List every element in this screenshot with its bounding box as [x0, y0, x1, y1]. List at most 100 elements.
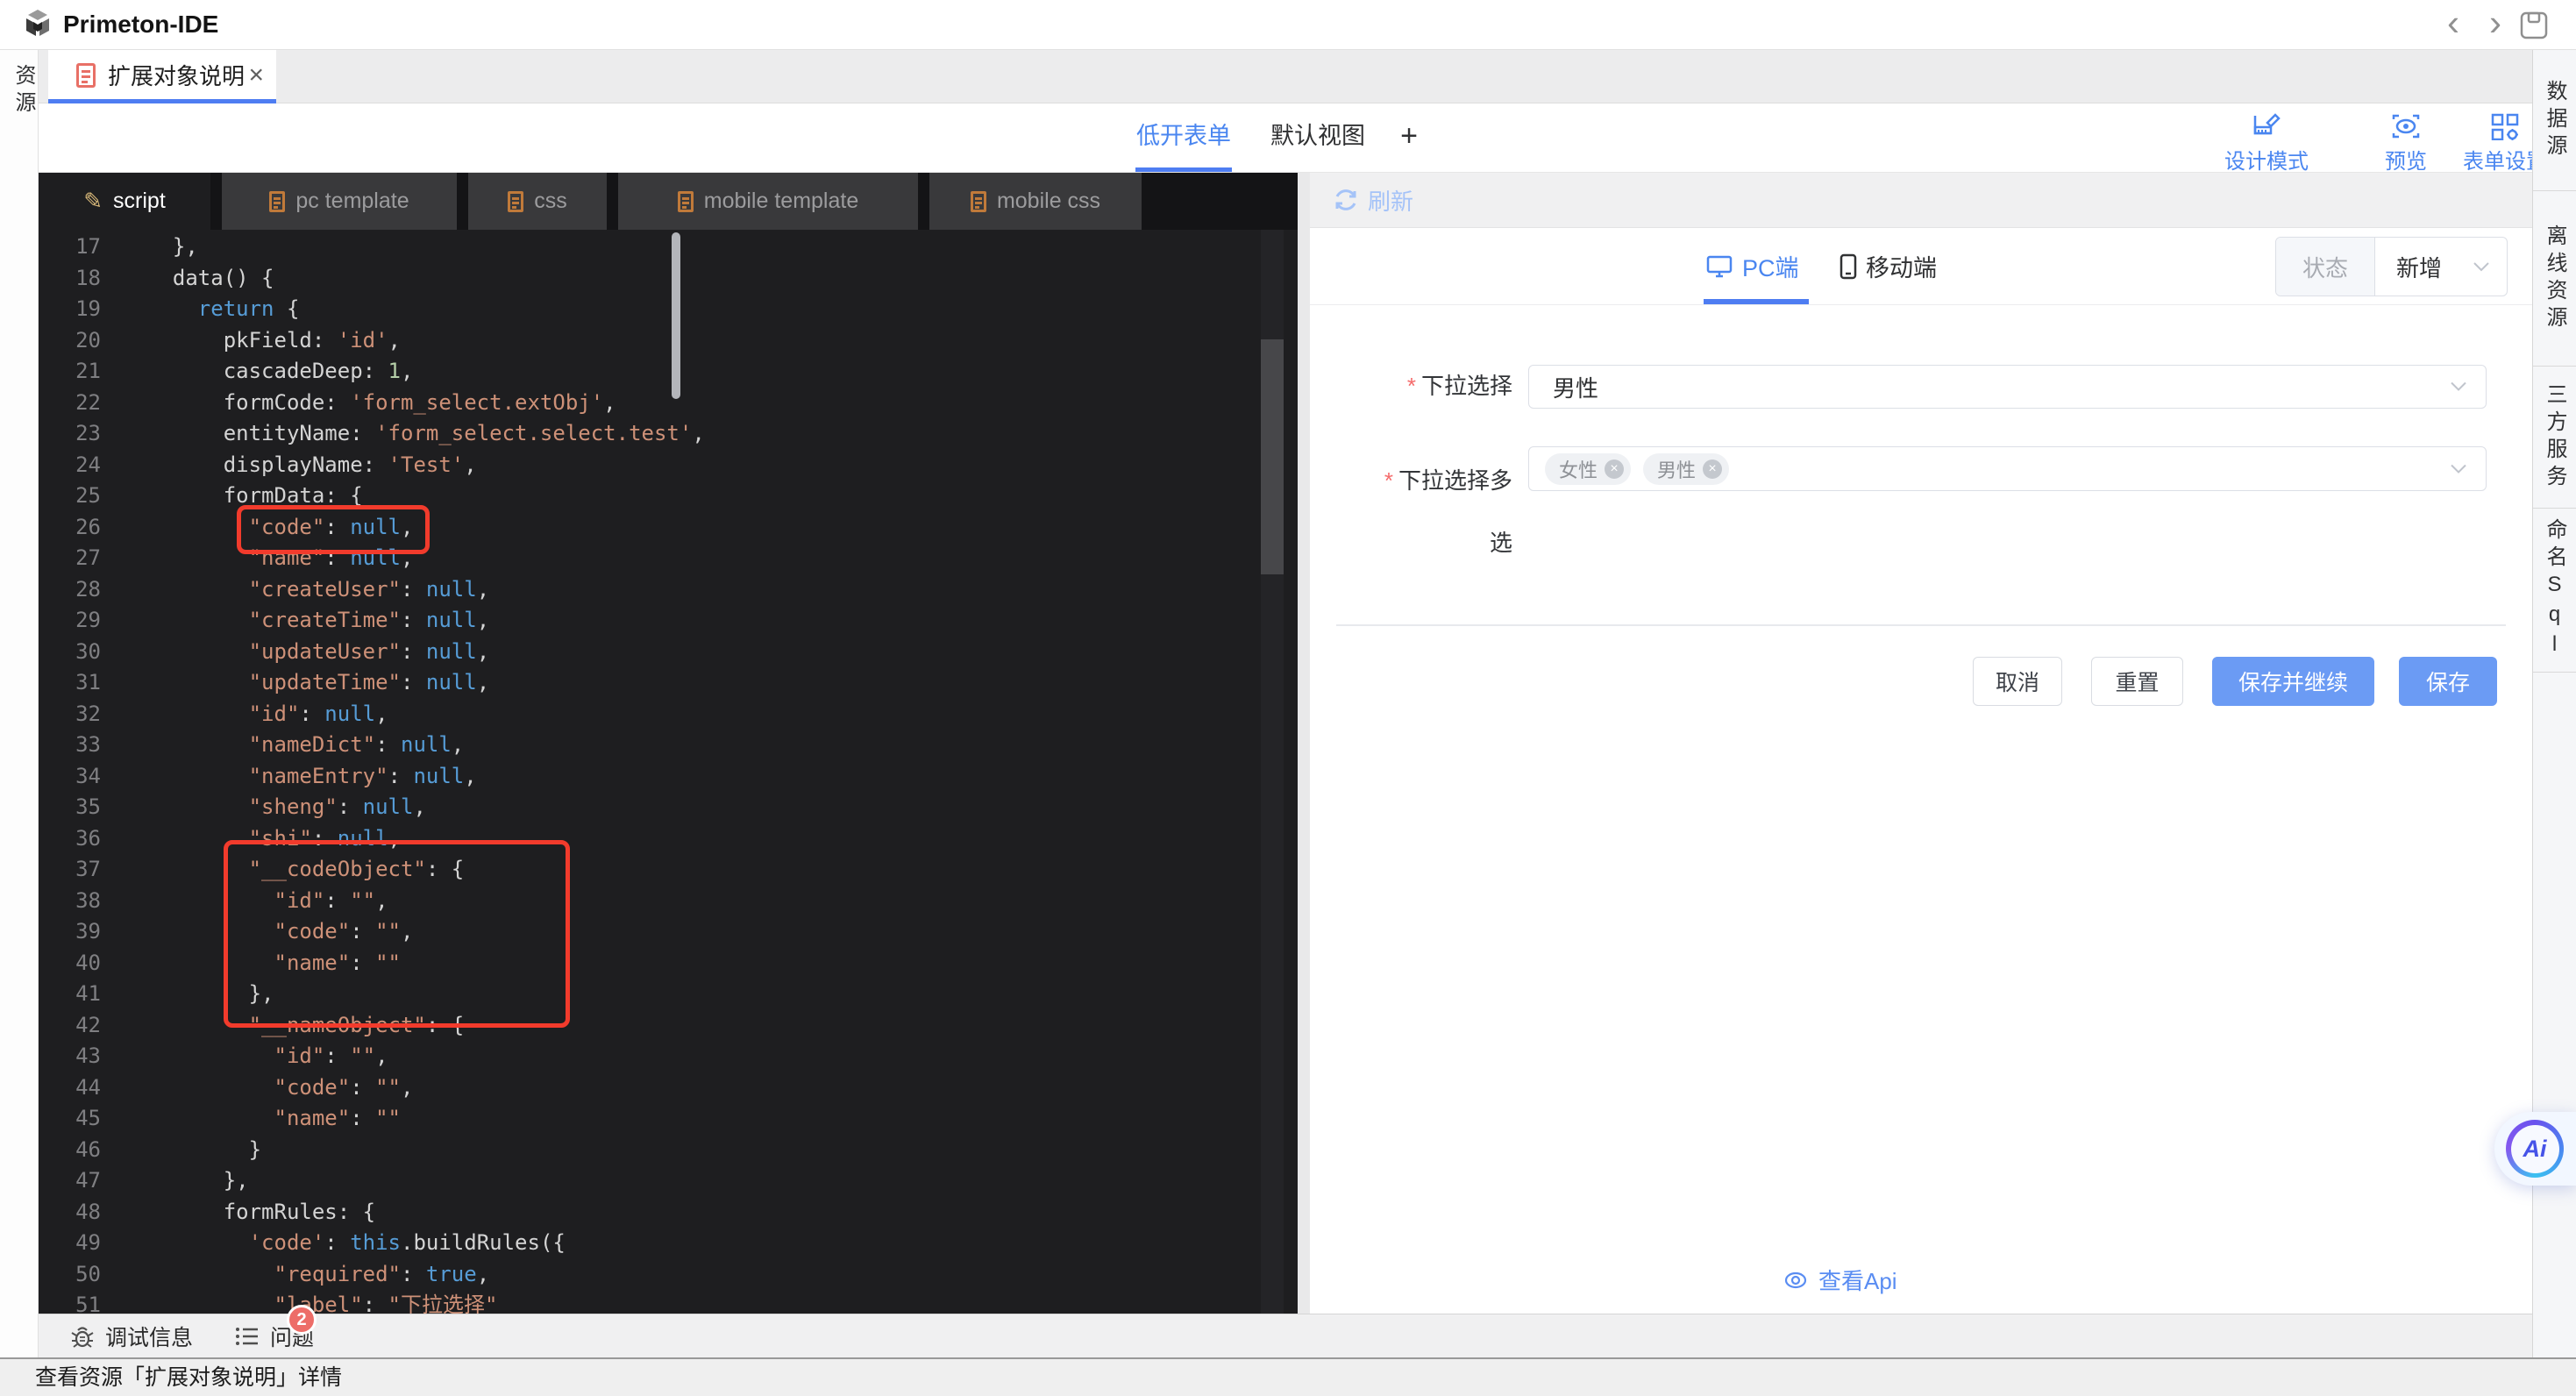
code-line[interactable]: 40 "name": "": [39, 948, 1298, 979]
status-value-dropdown[interactable]: 新增: [2375, 238, 2507, 296]
sidebar-item-datasource[interactable]: 数据源: [2533, 50, 2576, 191]
sidebar-item-named-sql[interactable]: 命名Sql: [2533, 509, 2576, 673]
code-line[interactable]: 46 }: [39, 1135, 1298, 1166]
code-line[interactable]: 20 pkField: 'id',: [39, 325, 1298, 357]
remove-tag-icon[interactable]: ×: [1605, 459, 1624, 479]
field-label-select: *下拉选择: [1310, 373, 1512, 399]
tab-mobile-view[interactable]: 移动端: [1839, 228, 1937, 304]
code-line[interactable]: 29 "createTime": null,: [39, 605, 1298, 637]
document-icon: [76, 63, 96, 88]
active-view-underline: [1135, 167, 1232, 172]
code-line[interactable]: 34 "nameEntry": null,: [39, 761, 1298, 793]
code-line[interactable]: 36 "shi": null,: [39, 823, 1298, 855]
code-editor: ✎ script pc template css mobile template…: [39, 173, 1298, 1314]
code-line[interactable]: 35 "sheng": null,: [39, 792, 1298, 823]
tab-lowcode-form[interactable]: 低开表单: [1135, 103, 1232, 172]
field-label-multiselect: *下拉选择多选: [1363, 450, 1512, 574]
code-line[interactable]: 23 entityName: 'form_select.select.test'…: [39, 418, 1298, 450]
code-line[interactable]: 25 formData: {: [39, 481, 1298, 512]
code-line[interactable]: 33 "nameDict": null,: [39, 730, 1298, 761]
chevron-down-icon: [2451, 464, 2466, 474]
multiselect-field[interactable]: 女性 × 男性 ×: [1528, 446, 2487, 491]
app-title: Primeton-IDE: [63, 0, 218, 49]
sidebar-item-resources[interactable]: 资源: [8, 64, 39, 118]
design-mode-button[interactable]: 设计模式: [2210, 112, 2323, 174]
code-line[interactable]: 44 "code": "",: [39, 1072, 1298, 1104]
sidebar-item-third-party-services[interactable]: 三方服务: [2533, 367, 2576, 509]
editor-tab-script[interactable]: ✎ script: [39, 173, 210, 230]
design-mode-icon: [2252, 112, 2281, 140]
code-line[interactable]: 21 cascadeDeep: 1,: [39, 356, 1298, 388]
code-line[interactable]: 31 "updateTime": null,: [39, 667, 1298, 699]
refresh-button[interactable]: 刷新: [1333, 173, 1413, 227]
cancel-button[interactable]: 取消: [1973, 657, 2062, 706]
code-line[interactable]: 19 return {: [39, 294, 1298, 325]
select-value: 男性: [1553, 371, 1598, 403]
save-and-continue-button[interactable]: 保存并继续: [2212, 657, 2374, 706]
code-line[interactable]: 48 formRules: {: [39, 1197, 1298, 1229]
status-bar: 查看资源「扩展对象说明」详情: [0, 1357, 2576, 1396]
code-line[interactable]: 17 },: [39, 231, 1298, 263]
code-line[interactable]: 26 "code": null,: [39, 512, 1298, 544]
panel-splitter[interactable]: [1298, 173, 1310, 1314]
code-line[interactable]: 32 "id": null,: [39, 699, 1298, 730]
ai-icon: Ai: [2506, 1120, 2564, 1178]
nav-forward-icon[interactable]: ›: [2478, 0, 2513, 49]
code-line[interactable]: 22 formCode: 'form_select.extObj',: [39, 388, 1298, 419]
add-view-button[interactable]: +: [1391, 103, 1427, 172]
debug-info-button[interactable]: 调试信息: [70, 1314, 193, 1357]
code-line[interactable]: 41 },: [39, 979, 1298, 1010]
editor-tab-pc-template[interactable]: pc template: [222, 173, 457, 230]
file-icon: [269, 191, 285, 212]
required-asterisk: *: [1384, 467, 1393, 494]
code-line[interactable]: 45 "name": "": [39, 1103, 1298, 1135]
nav-back-icon[interactable]: ‹: [2436, 0, 2471, 49]
editor-scrollbar-thumb[interactable]: [1261, 339, 1284, 574]
tab-extended-object-doc[interactable]: 扩展对象说明 ×: [48, 50, 276, 103]
code-line[interactable]: 51 "label": "下拉选择": [39, 1290, 1298, 1314]
code-lines[interactable]: 17 },18 data() {19 return {20 pkField: '…: [39, 231, 1298, 1314]
remove-tag-icon[interactable]: ×: [1703, 459, 1722, 479]
code-line[interactable]: 30 "updateUser": null,: [39, 637, 1298, 668]
editor-inner-scrollbar[interactable]: [672, 232, 680, 399]
ai-assistant-button[interactable]: Ai: [2494, 1112, 2576, 1186]
sidebar-item-offline-resources[interactable]: 离线资源: [2533, 191, 2576, 367]
close-tab-icon[interactable]: ×: [248, 50, 264, 103]
save-button[interactable]: 保存: [2399, 657, 2497, 706]
phone-icon: [1839, 253, 1857, 280]
code-line[interactable]: 37 "__codeObject": {: [39, 854, 1298, 886]
code-line[interactable]: 18 data() {: [39, 263, 1298, 295]
code-line[interactable]: 39 "code": "",: [39, 916, 1298, 948]
form-settings-icon: [2490, 112, 2520, 140]
refresh-bar: 刷新: [1310, 173, 2532, 228]
tab-default-view[interactable]: 默认视图: [1269, 103, 1367, 172]
view-api-link[interactable]: 查看Api: [1783, 1264, 1897, 1296]
doc-tab-label: 扩展对象说明: [108, 50, 245, 103]
editor-tab-mobile-template[interactable]: mobile template: [618, 173, 918, 230]
code-line[interactable]: 43 "id": "",: [39, 1041, 1298, 1072]
select-field[interactable]: 男性: [1528, 365, 2487, 409]
editor-tab-mobile-css[interactable]: mobile css: [929, 173, 1142, 230]
refresh-icon: [1333, 187, 1359, 213]
file-icon: [508, 191, 523, 212]
code-line[interactable]: 27 "name": null,: [39, 543, 1298, 574]
reset-button[interactable]: 重置: [2091, 657, 2183, 706]
active-device-underline: [1704, 299, 1809, 304]
code-line[interactable]: 28 "createUser": null,: [39, 574, 1298, 606]
code-line[interactable]: 42 "__nameObject": {: [39, 1010, 1298, 1042]
bug-icon: [70, 1324, 95, 1349]
code-line[interactable]: 24 displayName: 'Test',: [39, 450, 1298, 481]
save-icon[interactable]: [2520, 11, 2548, 39]
code-line[interactable]: 38 "id": "",: [39, 886, 1298, 917]
code-line[interactable]: 47 },: [39, 1165, 1298, 1197]
list-icon: [235, 1325, 260, 1348]
eye-circle-icon: [1783, 1268, 1808, 1293]
device-tabs-row: PC端 移动端 状态 新增: [1310, 228, 2532, 305]
code-line[interactable]: 49 'code': this.buildRules({: [39, 1228, 1298, 1259]
editor-tab-css[interactable]: css: [468, 173, 607, 230]
status-select-control: 状态 新增: [2275, 237, 2508, 296]
problems-count-badge: 2: [287, 1305, 317, 1335]
preview-button[interactable]: 预览: [2349, 112, 2463, 174]
tab-pc-view[interactable]: PC端: [1705, 228, 1799, 304]
code-line[interactable]: 50 "required": true,: [39, 1259, 1298, 1291]
